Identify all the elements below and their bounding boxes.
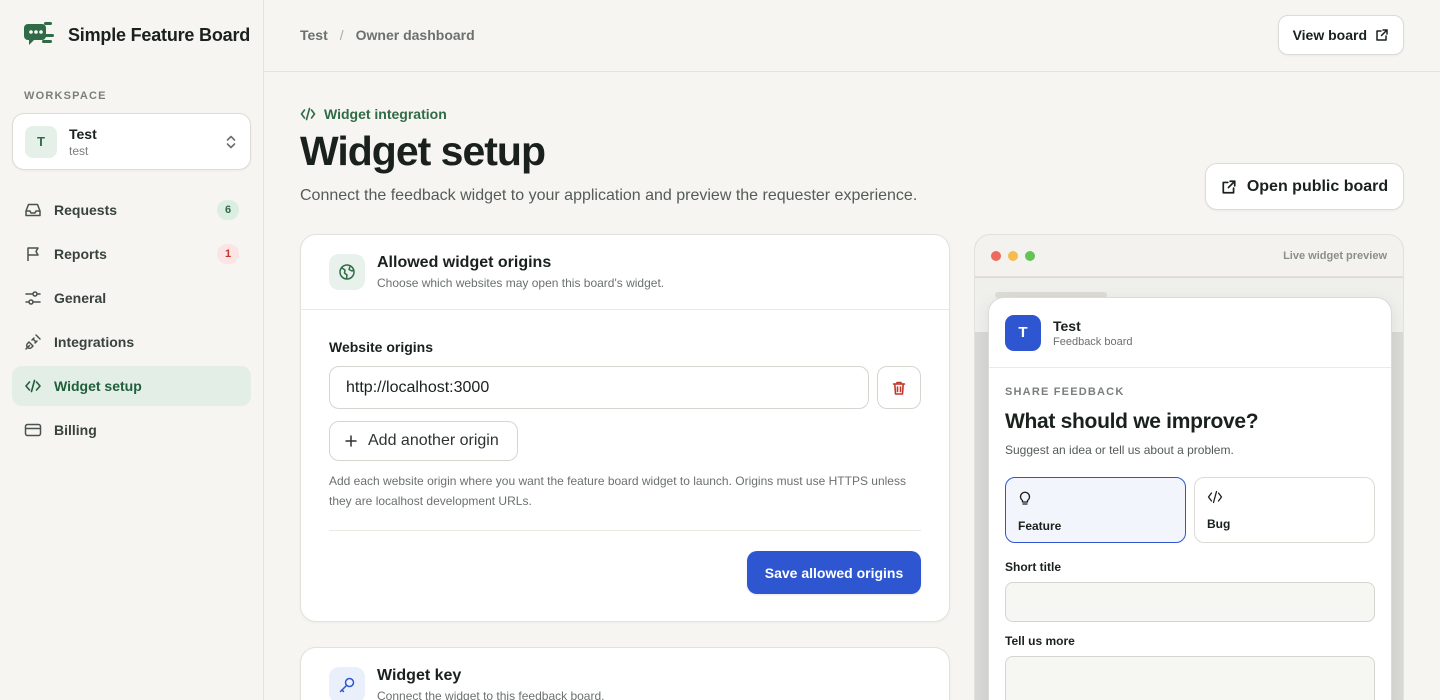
sidebar-item-label: Billing xyxy=(54,422,97,438)
save-origins-button[interactable]: Save allowed origins xyxy=(747,551,921,594)
short-title-input[interactable] xyxy=(1005,582,1375,622)
widget-board-sub: Feedback board xyxy=(1053,335,1133,348)
preview-label: Live widget preview xyxy=(1283,249,1387,262)
plus-icon xyxy=(345,435,357,447)
card-title: Allowed widget origins xyxy=(377,254,552,271)
sidebar-item-label: Widget setup xyxy=(54,378,142,394)
code-icon xyxy=(24,377,42,395)
widget-board-name: Test xyxy=(1053,317,1081,334)
tell-us-more-textarea[interactable] xyxy=(1005,656,1375,700)
sidebar-item-billing[interactable]: Billing xyxy=(12,410,251,450)
breadcrumb-workspace[interactable]: Test xyxy=(300,27,328,43)
reports-count-badge: 1 xyxy=(217,244,239,264)
globe-icon xyxy=(329,254,365,290)
sidebar-item-requests[interactable]: Requests 6 xyxy=(12,190,251,230)
sidebar-item-label: Integrations xyxy=(54,334,135,350)
card-title: Widget key xyxy=(377,667,462,684)
live-widget-preview: Live widget preview T Test Feedback boar… xyxy=(974,234,1404,700)
open-public-board-button[interactable]: Open public board xyxy=(1205,163,1404,210)
sidebar-item-reports[interactable]: Reports 1 xyxy=(12,234,251,274)
origins-help-text: Add each website origin where you want t… xyxy=(329,474,906,508)
feedback-type-feature[interactable]: Feature xyxy=(1005,477,1186,543)
credit-card-icon xyxy=(24,421,42,439)
sidebar-item-integrations[interactable]: Integrations xyxy=(12,322,251,362)
workspace-switcher[interactable]: T Test test xyxy=(12,113,251,170)
view-board-label: View board xyxy=(1292,27,1367,43)
sidebar-nav: Requests 6 Reports 1 General Integration… xyxy=(12,190,251,454)
brand-logo-icon xyxy=(24,22,54,45)
breadcrumb-separator: / xyxy=(339,27,344,43)
brand[interactable]: Simple Feature Board xyxy=(22,20,250,50)
feedback-widget: T Test Feedback board SHARE FEEDBACK Wha… xyxy=(988,297,1392,700)
workspace-avatar: T xyxy=(25,125,57,158)
brand-name: Simple Feature Board xyxy=(68,24,251,45)
sidebar-item-widget-setup[interactable]: Widget setup xyxy=(12,366,251,406)
page-eyebrow-label: Widget integration xyxy=(324,106,447,122)
workspace-text: Test test xyxy=(69,125,224,159)
window-dot-minimize xyxy=(1008,250,1018,261)
flag-icon xyxy=(24,245,42,263)
key-icon xyxy=(329,667,365,700)
sidebar-item-general[interactable]: General xyxy=(12,278,251,318)
plug-icon xyxy=(24,333,42,351)
window-dot-zoom xyxy=(1025,250,1035,261)
workspace-slug: test xyxy=(69,143,89,158)
lightbulb-icon xyxy=(1019,491,1031,505)
delete-origin-button[interactable] xyxy=(877,366,921,409)
divider xyxy=(329,530,921,531)
widget-title: What should we improve? xyxy=(1005,410,1259,433)
breadcrumb-current: Owner dashboard xyxy=(355,27,475,43)
add-origin-label: Add another origin xyxy=(368,432,499,449)
widget-board-info: Test Feedback board xyxy=(1041,317,1133,349)
external-link-icon xyxy=(1376,29,1388,41)
card-header-text: Widget key Connect the widget to this fe… xyxy=(377,666,604,700)
preview-window-bar: Live widget preview xyxy=(975,235,1403,277)
tell-us-more-label: Tell us more xyxy=(1005,634,1075,648)
page-eyebrow: Widget integration xyxy=(300,106,447,122)
sidebar-item-label: Reports xyxy=(54,246,107,262)
widget-header: T Test Feedback board xyxy=(989,298,1391,368)
breadcrumb: Test / Owner dashboard xyxy=(300,27,475,43)
open-public-board-label: Open public board xyxy=(1246,177,1389,195)
chevron-up-down-icon xyxy=(226,135,236,148)
feedback-type-label: Bug xyxy=(1207,517,1231,531)
website-origins-label: Website origins xyxy=(329,339,433,355)
external-link-icon xyxy=(1222,179,1236,194)
sidebar: Simple Feature Board WORKSPACE T Test te… xyxy=(0,0,264,700)
widget-eyebrow: SHARE FEEDBACK xyxy=(1005,386,1125,398)
widget-key-card: Widget key Connect the widget to this fe… xyxy=(300,647,950,700)
workspace-name: Test xyxy=(69,125,97,142)
top-bar: Test / Owner dashboard View board xyxy=(264,0,1440,72)
card-description: Choose which websites may open this boar… xyxy=(377,276,665,290)
card-header-text: Allowed widget origins Choose which webs… xyxy=(377,253,664,291)
origin-input[interactable] xyxy=(329,366,869,409)
page-subtitle: Connect the feedback widget to your appl… xyxy=(300,187,918,204)
inbox-icon xyxy=(24,201,42,219)
feedback-type-bug[interactable]: Bug xyxy=(1194,477,1375,543)
sidebar-item-label: Requests xyxy=(54,202,118,218)
allowed-origins-card: Allowed widget origins Choose which webs… xyxy=(300,234,950,622)
short-title-label: Short title xyxy=(1005,560,1061,574)
widget-description: Suggest an idea or tell us about a probl… xyxy=(1005,443,1234,457)
card-description: Connect the widget to this feedback boar… xyxy=(377,689,605,700)
sliders-icon xyxy=(24,289,42,307)
add-origin-button[interactable]: Add another origin xyxy=(329,421,518,461)
window-dot-close xyxy=(991,250,1001,261)
code-icon xyxy=(1207,490,1223,504)
sidebar-item-label: General xyxy=(54,290,107,306)
card-header: Widget key Connect the widget to this fe… xyxy=(301,648,949,700)
code-icon xyxy=(300,107,316,121)
trash-icon xyxy=(892,381,906,395)
view-board-button[interactable]: View board xyxy=(1277,15,1404,55)
page-title: Widget setup xyxy=(300,128,546,174)
requests-count-badge: 6 xyxy=(217,200,239,220)
card-header: Allowed widget origins Choose which webs… xyxy=(301,235,949,310)
feedback-type-label: Feature xyxy=(1018,519,1062,533)
widget-board-avatar: T xyxy=(1005,314,1041,351)
workspace-section-label: WORKSPACE xyxy=(24,90,107,102)
